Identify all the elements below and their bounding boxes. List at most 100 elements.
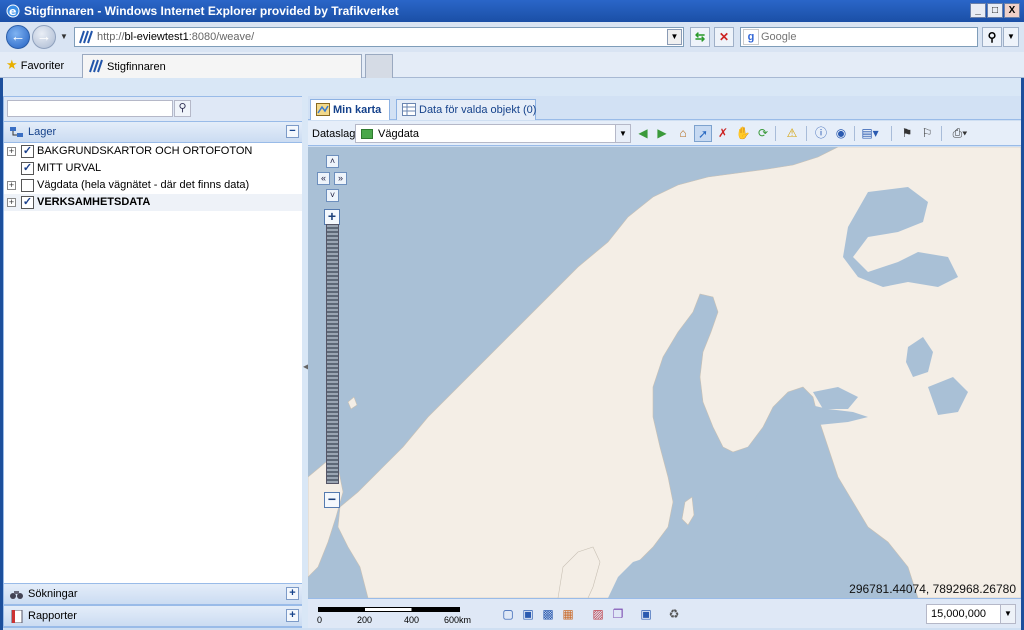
recent-pages-dropdown-icon[interactable]: ▼ [60, 32, 68, 41]
zoom-slider[interactable] [326, 224, 339, 484]
zoom-out-button[interactable]: − [324, 492, 340, 508]
tab-label: Data för valda objekt (0) [419, 104, 537, 116]
star-icon: ★ [6, 57, 18, 72]
layer-search-input[interactable] [7, 100, 173, 117]
layer-checkbox[interactable]: ✓ [21, 145, 34, 158]
pan-down-icon[interactable]: ˅ [326, 189, 339, 202]
home-icon[interactable]: ⌂ [674, 125, 692, 142]
expand-icon[interactable]: + [7, 198, 16, 207]
searches-header-label: Sökningar [28, 588, 78, 600]
searches-panel-header[interactable]: Sökningar + [4, 583, 304, 605]
scale-select[interactable]: 15,000,000 ▼ [926, 604, 1016, 624]
pan-right-icon[interactable]: » [334, 172, 347, 185]
map-icon [316, 103, 330, 116]
dataslag-label: Dataslag [312, 128, 356, 140]
layer-checkbox[interactable] [21, 179, 34, 192]
expand-icon[interactable]: + [7, 147, 16, 156]
layer-row-verksamhetsdata[interactable]: + ✓ VERKSAMHETSDATA [4, 194, 304, 211]
zoom-selection-icon[interactable]: ▦ [560, 606, 576, 622]
chevron-down-icon[interactable]: ▼ [615, 125, 630, 142]
layer-row-bakgrundskartor[interactable]: + ✓ BAKGRUNDSKARTOR OCH ORTOFOTON [4, 143, 304, 160]
url-text[interactable]: http://bl-eviewtest1:8080/weave/ [97, 31, 254, 43]
cursor-coordinates: 296781.44074, 7892968.26780 [849, 582, 1016, 596]
layers-header-label: Lager [28, 126, 57, 138]
layer-search-row: ⚲ [4, 97, 304, 121]
select-tool-icon[interactable]: ➚ [694, 125, 712, 142]
scale-label: 200 [357, 615, 373, 625]
pan-up-icon[interactable]: ˄ [326, 155, 339, 168]
next-extent-icon[interactable]: ▶ [653, 125, 671, 142]
chevron-down-icon[interactable]: ▼ [1000, 605, 1015, 623]
stop-icon[interactable]: ✕ [714, 27, 734, 47]
address-field[interactable]: http://bl-eviewtest1:8080/weave/ ▼ [74, 27, 684, 47]
zoom-in-button[interactable]: + [324, 209, 340, 225]
warning-icon[interactable]: ⚠ [783, 125, 801, 142]
map-canvas[interactable] [308, 147, 1021, 598]
close-window-button[interactable]: X [1004, 3, 1020, 18]
draw-area-icon[interactable]: ⚐ [918, 125, 936, 142]
toolbar-separator [941, 126, 942, 141]
dataslag-select[interactable]: Vägdata ▼ [355, 124, 631, 143]
binoculars-icon [9, 588, 25, 601]
minimize-button[interactable]: _ [970, 3, 986, 18]
favorites-button[interactable]: ★ Favoriter [6, 57, 64, 73]
collapse-layers-button[interactable]: − [286, 125, 299, 138]
address-dropdown-icon[interactable]: ▼ [667, 29, 682, 45]
settings-icon[interactable]: ♻ [666, 606, 682, 622]
expand-searches-button[interactable]: + [286, 587, 299, 600]
reports-panel-header[interactable]: Rapporter + [4, 605, 304, 627]
pan-left-icon[interactable]: « [317, 172, 330, 185]
search-go-icon[interactable]: ⚲ [982, 27, 1002, 47]
maximize-button[interactable]: □ [987, 3, 1003, 18]
search-icon[interactable]: ⚲ [174, 100, 191, 117]
window-title: Stigfinnaren - Windows Internet Explorer… [24, 4, 399, 18]
identify-icon[interactable]: ◉ [832, 125, 850, 142]
tab-min-karta[interactable]: Min karta [310, 99, 390, 120]
new-tab-button[interactable] [365, 54, 393, 78]
layer-label: Vägdata (hela vägnätet - där det finns d… [37, 179, 250, 191]
reports-header-label: Rapporter [28, 610, 77, 622]
full-extent-icon[interactable]: ▣ [638, 606, 654, 622]
info-icon[interactable]: ⓘ [812, 125, 830, 142]
browser-tab-label: Stigfinnaren [107, 61, 166, 73]
layer-row-vagdata[interactable]: + Vägdata (hela vägnätet - där det finns… [4, 177, 304, 194]
search-box[interactable]: g [740, 27, 978, 47]
zoom-box-in-icon[interactable]: ▣ [520, 606, 536, 622]
previous-extent-icon[interactable]: ◀ [634, 125, 652, 142]
layer-checkbox[interactable]: ✓ [21, 162, 34, 175]
expand-reports-button[interactable]: + [286, 609, 299, 622]
table-icon [402, 103, 416, 116]
forward-button[interactable]: → [32, 25, 56, 49]
tab-data-valda-objekt[interactable]: Data för valda objekt (0) [396, 99, 536, 120]
layer-checkbox[interactable]: ✓ [21, 196, 34, 209]
web-search-input[interactable] [761, 30, 973, 44]
draw-line-icon[interactable]: ⚑ [898, 125, 916, 142]
scale-label: 400 [404, 615, 420, 625]
svg-text:e: e [9, 5, 16, 18]
measure-dropdown-icon[interactable]: ▤▾ [861, 125, 879, 142]
print-dropdown-icon[interactable]: ⎙▾ [948, 125, 972, 142]
layer-label: MITT URVAL [37, 162, 102, 174]
layers-panel-header[interactable]: Lager − [4, 121, 304, 143]
toolbar-separator [775, 126, 776, 141]
scale-bar [318, 607, 460, 612]
zoom-box-out-icon[interactable]: ▩ [540, 606, 556, 622]
layer-view-icon[interactable]: ▨ [590, 606, 606, 622]
zoom-box-icon[interactable]: ▢ [500, 606, 516, 622]
dataslag-value: Vägdata [378, 128, 419, 140]
overlay-view-icon[interactable]: ❐ [610, 606, 626, 622]
deselect-tool-icon[interactable]: ✗ [714, 125, 732, 142]
map-status-bar: 0 200 400 600km ▢ ▣ ▩ ▦ ▨ ❐ ▣ ♻ 15,000,0… [308, 598, 1021, 628]
expand-icon[interactable]: + [7, 181, 16, 190]
back-button[interactable]: ← [6, 25, 30, 49]
browser-tab-stigfinnaren[interactable]: Stigfinnaren [82, 54, 362, 78]
map-view[interactable]: 296781.44074, 7892968.26780 [308, 147, 1021, 598]
road-data-icon [361, 129, 373, 139]
pan-hand-icon[interactable]: ✋ [734, 125, 752, 142]
report-icon [9, 609, 25, 624]
map-tabs-bar: Min karta Data för valda objekt (0) [308, 96, 1021, 120]
layer-row-mitt-urval[interactable]: ✓ MITT URVAL [4, 160, 304, 177]
search-options-dropdown-icon[interactable]: ▼ [1003, 27, 1019, 47]
refresh-icon[interactable]: ⇆ [690, 27, 710, 47]
refresh-map-icon[interactable]: ⟳ [754, 125, 772, 142]
